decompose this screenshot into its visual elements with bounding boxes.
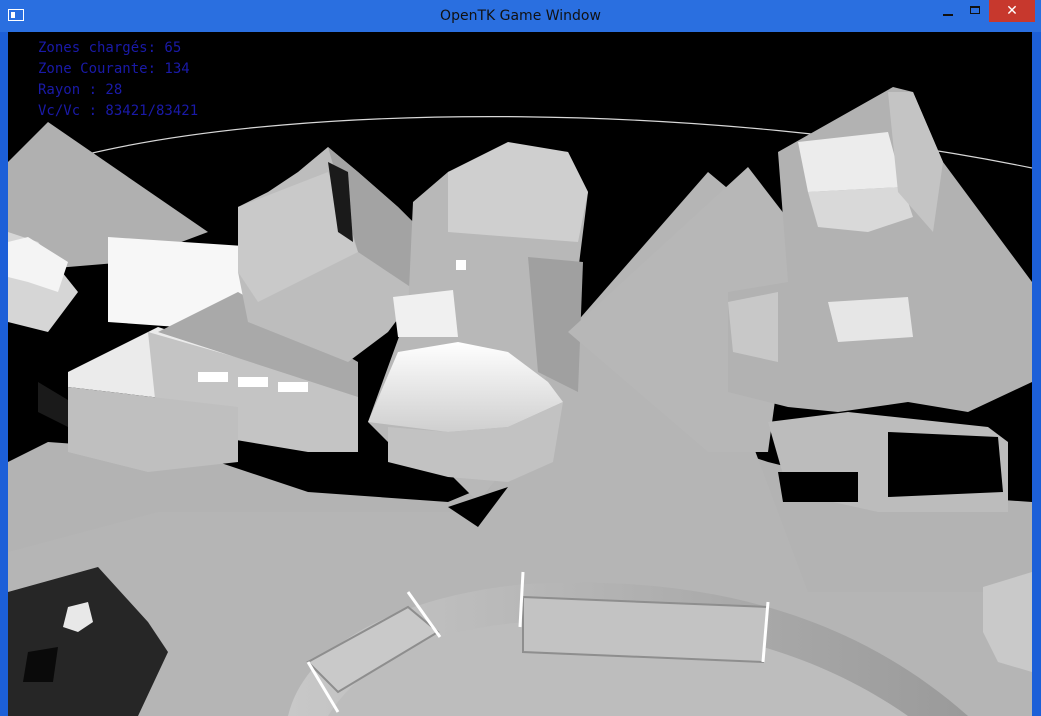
bench-center <box>522 595 770 664</box>
hud-current-zone: Zone Courante: 134 <box>38 61 190 77</box>
hud-zones-loaded: Zones chargés: 65 <box>38 40 182 56</box>
window-title: OpenTK Game Window <box>440 8 601 24</box>
close-button[interactable]: ✕ <box>989 0 1035 22</box>
game-window: OpenTK Game Window ✕ Zones chargés: 65 Z… <box>0 0 1041 716</box>
minimize-icon <box>943 14 953 16</box>
hud-radius: Rayon : 28 <box>38 82 123 98</box>
maximize-button[interactable] <box>962 0 990 22</box>
debug-hud: Zones chargés: 65 Zone Courante: 134 Ray… <box>38 38 198 122</box>
close-icon: ✕ <box>1006 3 1018 19</box>
hud-vertex-counts: Vc/Vc : 83421/83421 <box>38 103 199 119</box>
maximize-icon <box>970 6 980 14</box>
scene-render <box>8 87 1032 716</box>
minimize-button[interactable] <box>934 0 962 22</box>
render-viewport[interactable]: Zones chargés: 65 Zone Courante: 134 Ray… <box>8 32 1032 716</box>
title-bar[interactable]: OpenTK Game Window ✕ <box>0 0 1041 32</box>
